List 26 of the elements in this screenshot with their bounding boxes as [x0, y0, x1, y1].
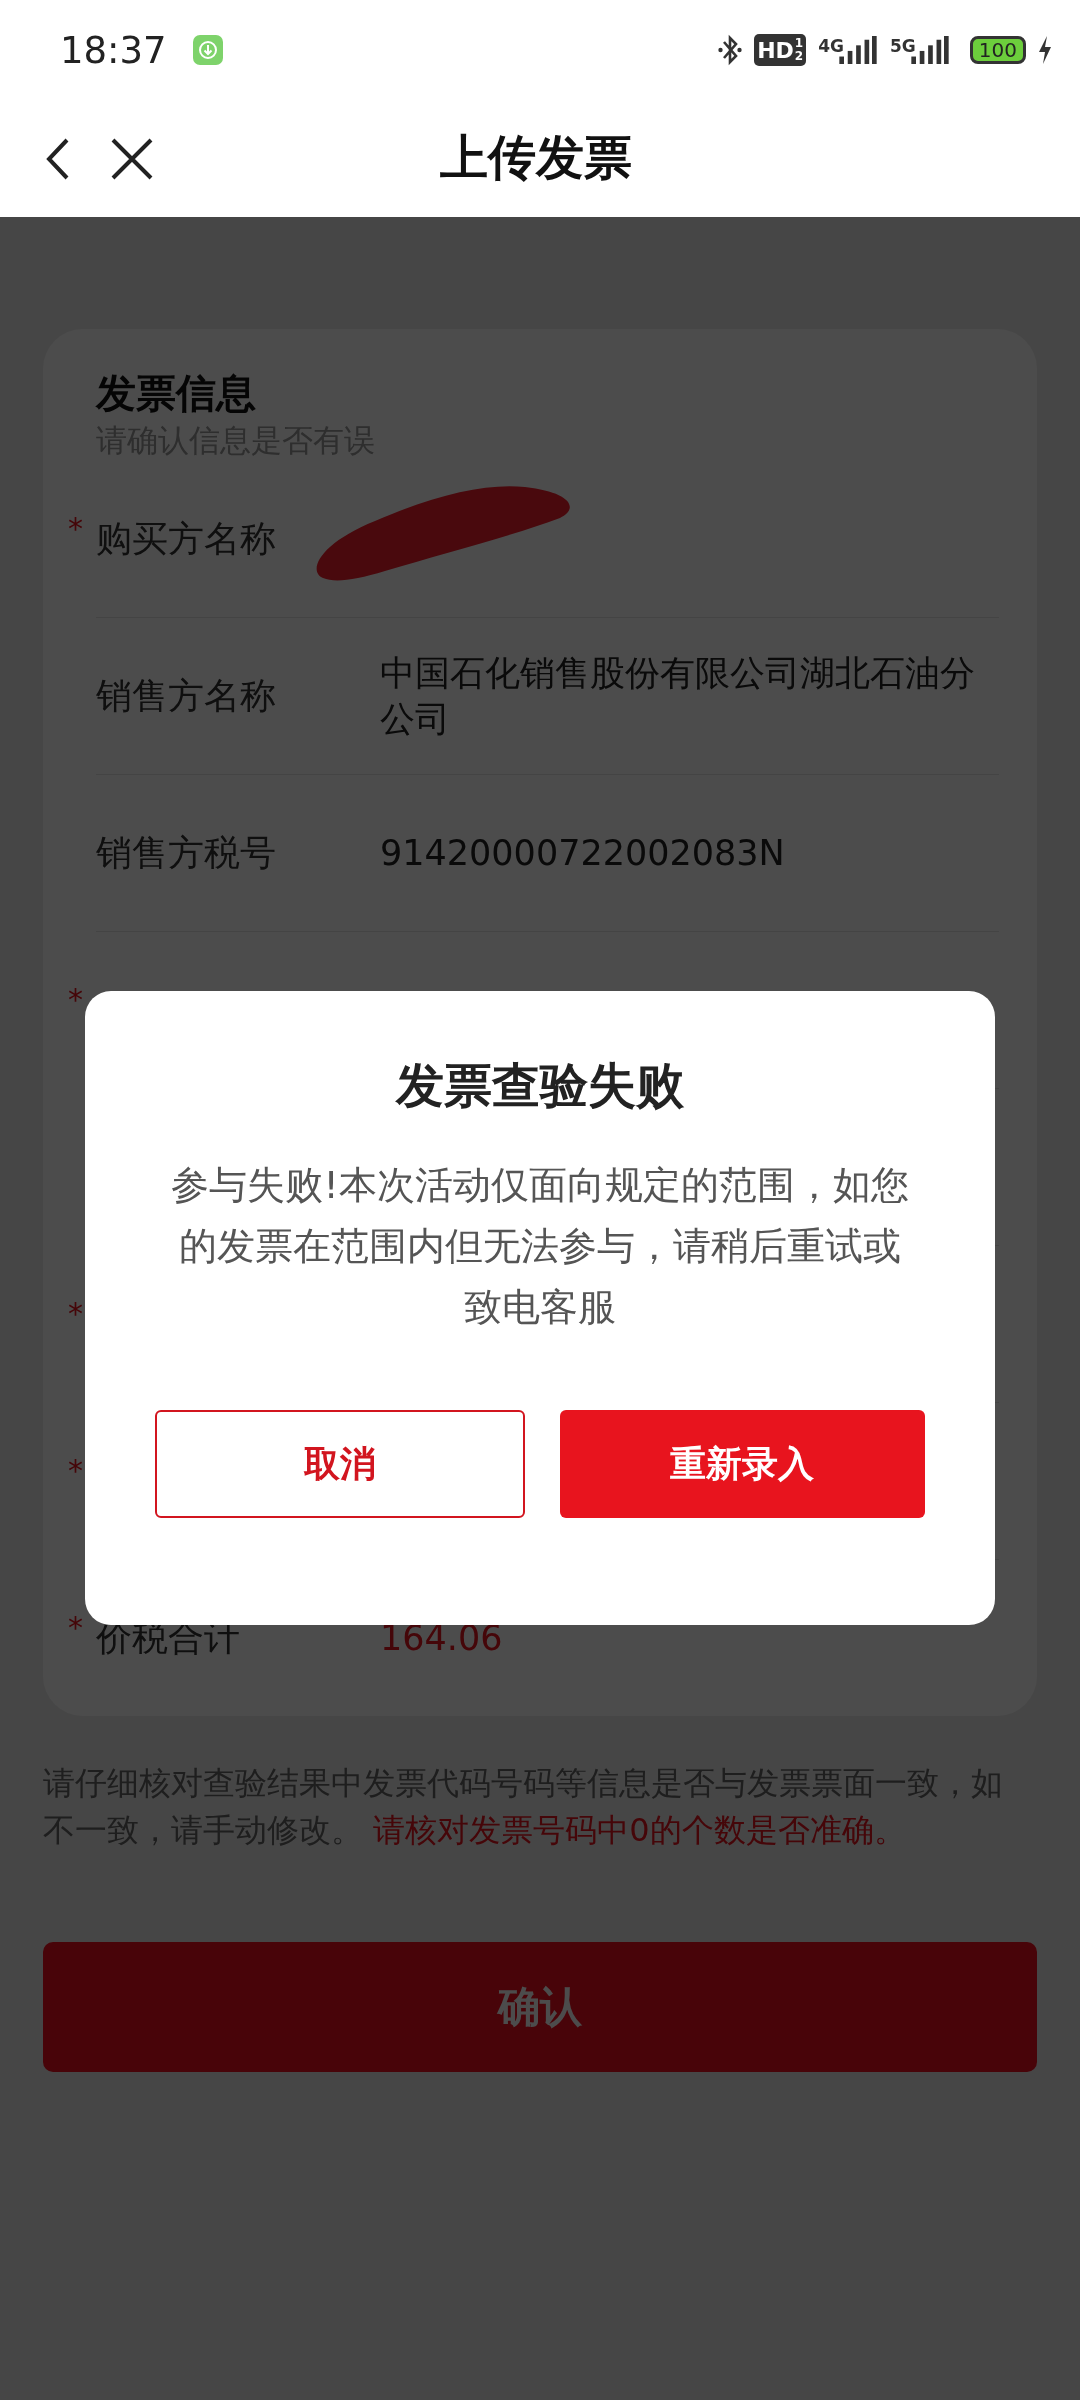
charging-icon: [1038, 36, 1052, 64]
field-label: 销售方税号: [96, 830, 277, 875]
network-label: 5G: [890, 36, 916, 56]
close-icon: [110, 136, 154, 181]
network-label: 4G: [818, 36, 844, 56]
reenter-button[interactable]: 重新录入: [559, 1410, 925, 1518]
back-icon: [46, 136, 70, 181]
required-mark: *: [68, 1296, 83, 1331]
clock-time: 18:37: [60, 28, 167, 72]
required-mark: *: [68, 982, 83, 1017]
field-value: 164.06: [380, 1617, 504, 1660]
page-title: 上传发票: [440, 128, 632, 187]
cancel-button[interactable]: 取消: [155, 1410, 525, 1518]
required-mark: *: [68, 511, 83, 546]
bluetooth-icon: [718, 33, 743, 67]
dialog-title: 发票查验失败: [394, 1056, 685, 1115]
field-value: 中国石化销售股份有限公司湖北石油分公司: [380, 652, 976, 741]
dialog-message: 参与失败!本次活动仅面向规定的范围，如您的发票在范围内但无法参与，请稍后重试或致电客服: [170, 1162, 910, 1331]
field-label: 购买方名称: [96, 516, 277, 561]
required-mark: *: [68, 1610, 83, 1645]
download-app-icon: [192, 35, 223, 65]
required-mark: *: [68, 1453, 83, 1488]
field-value: 91420000722002083N: [380, 832, 786, 875]
field-label: 销售方名称: [96, 673, 277, 718]
battery-icon: 100: [969, 36, 1026, 64]
card-title: 发票信息: [96, 369, 257, 418]
